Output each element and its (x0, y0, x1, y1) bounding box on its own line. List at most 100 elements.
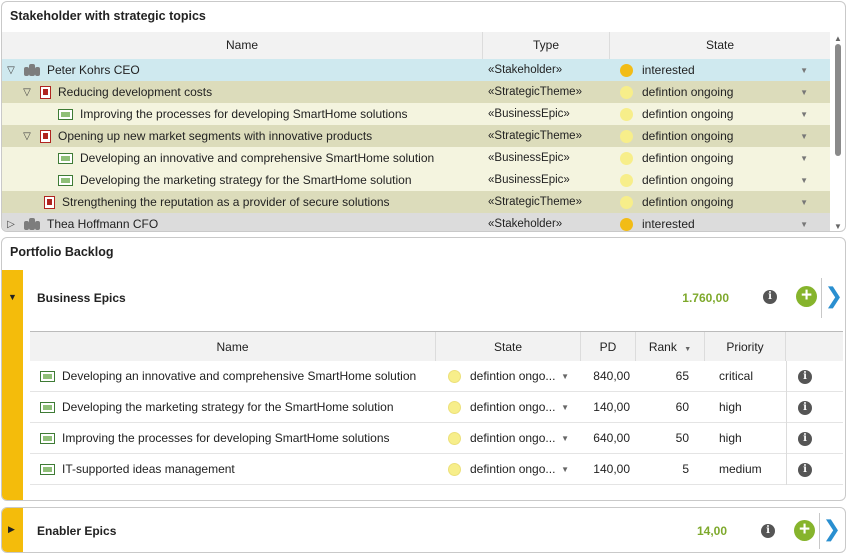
expand-toggle-icon[interactable]: ▽ (20, 87, 34, 98)
info-icon[interactable]: i (798, 462, 812, 477)
info-icon[interactable]: i (798, 369, 812, 384)
add-enabler-epic-button[interactable]: + (794, 520, 815, 541)
row-actions-cell: i (786, 422, 843, 454)
tree-row-label: Improving the processes for developing S… (80, 107, 408, 121)
epic-name: Developing the marketing strategy for th… (62, 400, 394, 414)
chevron-right-icon[interactable]: ❯ (825, 283, 843, 309)
table-row[interactable]: Developing the marketing strategy for th… (30, 391, 843, 423)
state-select[interactable]: defintion ongoing ▼ (610, 151, 830, 165)
scrollbar-thumb[interactable] (835, 44, 841, 156)
people-icon (24, 218, 40, 230)
tree-row-type: «BusinessEpic» (488, 174, 570, 186)
business-epic-icon (58, 108, 73, 120)
vertical-scrollbar[interactable]: ▲ ▼ (831, 32, 845, 231)
state-select[interactable]: defintion ongoing ▼ (610, 85, 830, 99)
tree-row[interactable]: Improving the processes for developing S… (2, 103, 830, 125)
info-icon[interactable]: i (761, 524, 775, 538)
info-icon[interactable]: i (798, 431, 812, 446)
table-row[interactable]: Improving the processes for developing S… (30, 422, 843, 454)
tree-row-name-cell: ▽ Reducing development costs (2, 85, 483, 99)
tree-row-label: Opening up new market segments with inno… (58, 129, 373, 143)
pd-value: 140,00 (593, 462, 630, 476)
business-epics-header: Business Epics 1.760,00 i + ❯ (23, 270, 845, 326)
dropdown-arrow-icon[interactable]: ▼ (800, 154, 808, 163)
business-epic-icon (40, 370, 55, 382)
table-row[interactable]: IT-supported ideas management defintion o… (30, 453, 843, 485)
state-select[interactable]: defintion ongoing ▼ (610, 107, 830, 121)
state-select[interactable]: defintion ongo... ▼ (436, 400, 581, 414)
column-header-state[interactable]: State (436, 332, 581, 361)
priority-value: high (719, 400, 742, 414)
tree-row-name-cell: ▽ Peter Kohrs CEO (2, 63, 483, 77)
tree-row-label: Developing an innovative and comprehensi… (80, 151, 435, 165)
state-label: defintion ongoing (642, 129, 734, 143)
status-dot (620, 129, 633, 143)
strategic-theme-icon (40, 129, 51, 143)
dropdown-arrow-icon[interactable]: ▼ (800, 88, 808, 97)
table-row[interactable]: Developing an innovative and comprehensi… (30, 360, 843, 392)
column-header-name[interactable]: Name (30, 332, 436, 361)
status-dot (620, 151, 633, 165)
expand-toggle-icon[interactable]: ▽ (20, 131, 34, 142)
column-header-pd[interactable]: PD (581, 332, 636, 361)
collapse-triangle-icon[interactable]: ▼ (8, 292, 17, 302)
tree-row-label: Thea Hoffmann CFO (47, 217, 159, 231)
priority-value: high (719, 431, 742, 445)
rank-value: 65 (675, 369, 689, 383)
dropdown-arrow-icon[interactable]: ▼ (561, 372, 569, 381)
state-select[interactable]: defintion ongoing ▼ (610, 129, 830, 143)
expand-toggle-icon[interactable]: ▽ (4, 65, 18, 76)
enabler-epics-expand-bar[interactable]: ▶ (2, 508, 23, 552)
dropdown-arrow-icon[interactable]: ▼ (561, 465, 569, 474)
epic-name-cell: Developing an innovative and comprehensi… (30, 369, 436, 383)
add-business-epic-button[interactable]: + (796, 286, 817, 307)
state-select[interactable]: interested ▼ (610, 217, 830, 231)
sort-descending-icon: ▼ (684, 346, 692, 353)
tree-row[interactable]: Developing the marketing strategy for th… (2, 169, 830, 191)
state-select[interactable]: defintion ongo... ▼ (436, 369, 581, 383)
scroll-down-arrow-icon[interactable]: ▼ (834, 222, 842, 231)
dropdown-arrow-icon[interactable]: ▼ (800, 110, 808, 119)
tree-row-label: Strengthening the reputation as a provid… (62, 195, 390, 209)
tree-row-name-cell: ▽ Opening up new market segments with inn… (2, 129, 483, 143)
column-header-type[interactable]: Type (483, 32, 610, 59)
business-epics-collapse-bar[interactable]: ▼ (2, 270, 23, 500)
section-total-value: 14,00 (696, 524, 727, 538)
column-header-rank[interactable]: Rank ▼ (636, 332, 705, 361)
dropdown-arrow-icon[interactable]: ▼ (800, 66, 808, 75)
state-select[interactable]: defintion ongoing ▼ (610, 195, 830, 209)
chevron-right-icon[interactable]: ❯ (823, 516, 841, 542)
dropdown-arrow-icon[interactable]: ▼ (561, 434, 569, 443)
column-header-priority[interactable]: Priority (705, 332, 786, 361)
expand-toggle-icon[interactable]: ▷ (4, 219, 18, 230)
state-select[interactable]: interested ▼ (610, 63, 830, 77)
expand-triangle-icon[interactable]: ▶ (8, 524, 15, 535)
tree-row[interactable]: ▽ Opening up new market segments with inn… (2, 125, 830, 147)
epic-name-cell: Developing the marketing strategy for th… (30, 400, 436, 414)
column-header-actions (786, 332, 843, 361)
pd-value: 140,00 (593, 400, 630, 414)
dropdown-arrow-icon[interactable]: ▼ (800, 132, 808, 141)
dropdown-arrow-icon[interactable]: ▼ (800, 220, 808, 229)
epic-name-cell: IT-supported ideas management (30, 462, 436, 476)
grid-rows: Developing an innovative and comprehensi… (30, 360, 843, 485)
state-select[interactable]: defintion ongo... ▼ (436, 462, 581, 476)
dropdown-arrow-icon[interactable]: ▼ (561, 403, 569, 412)
info-icon[interactable]: i (763, 290, 777, 304)
column-header-name[interactable]: Name (2, 32, 483, 59)
scroll-up-arrow-icon[interactable]: ▲ (834, 34, 842, 43)
dropdown-arrow-icon[interactable]: ▼ (800, 176, 808, 185)
tree-row[interactable]: ▽ Reducing development costs «StrategicThe… (2, 81, 830, 103)
state-select[interactable]: defintion ongo... ▼ (436, 431, 581, 445)
tree-row[interactable]: ▽ Peter Kohrs CEO «Stakeholder» interested ▼ (2, 59, 830, 81)
tree-row[interactable]: Developing an innovative and comprehensi… (2, 147, 830, 169)
info-icon[interactable]: i (798, 400, 812, 415)
status-dot (620, 107, 633, 121)
dropdown-arrow-icon[interactable]: ▼ (800, 198, 808, 207)
state-select[interactable]: defintion ongoing ▼ (610, 173, 830, 187)
column-header-state[interactable]: State (610, 32, 830, 59)
tree-row[interactable]: ▷ Thea Hoffmann CFO «Stakeholder» intereste… (2, 213, 830, 231)
business-epic-icon (58, 174, 73, 186)
tree-row[interactable]: Strengthening the reputation as a provid… (2, 191, 830, 213)
grid-header: Name State PD Rank ▼ Priority (30, 331, 843, 361)
